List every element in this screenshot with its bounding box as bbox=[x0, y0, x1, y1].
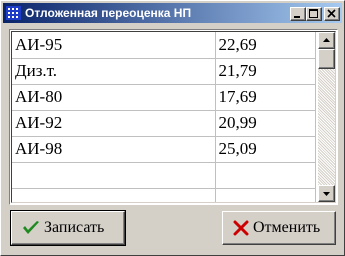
price-cell[interactable]: 25,09 bbox=[215, 136, 316, 163]
dialog-window: Отложенная переоценка НП АИ-95 22,69 Диз.т… bbox=[0, 0, 345, 256]
table-row[interactable] bbox=[12, 188, 316, 202]
product-name-cell[interactable]: АИ-80 bbox=[12, 84, 216, 111]
price-cell[interactable] bbox=[215, 188, 316, 202]
product-name-cell[interactable]: АИ-92 bbox=[12, 110, 216, 137]
maximize-icon bbox=[309, 9, 318, 18]
table-row[interactable]: АИ-95 22,69 bbox=[12, 32, 316, 59]
x-icon bbox=[233, 220, 249, 236]
table-row[interactable] bbox=[12, 162, 316, 189]
product-name-cell[interactable]: АИ-95 bbox=[12, 32, 216, 59]
app-icon bbox=[6, 6, 21, 20]
product-name-cell[interactable] bbox=[12, 162, 216, 189]
close-button[interactable] bbox=[324, 7, 340, 21]
minimize-icon bbox=[294, 16, 300, 18]
cancel-button[interactable]: Отменить bbox=[222, 211, 336, 245]
price-cell[interactable]: 20,99 bbox=[215, 110, 316, 137]
arrow-up-icon bbox=[323, 38, 330, 42]
close-icon bbox=[327, 9, 336, 18]
table-row[interactable]: АИ-98 25,09 bbox=[12, 136, 316, 163]
scroll-down-button[interactable] bbox=[318, 185, 335, 202]
save-button-label: Записать bbox=[44, 219, 105, 236]
product-name-cell[interactable]: АИ-98 bbox=[12, 136, 216, 163]
price-cell[interactable] bbox=[215, 162, 316, 189]
product-name-cell[interactable] bbox=[12, 188, 216, 202]
check-icon bbox=[23, 221, 39, 234]
save-button[interactable]: Записать bbox=[10, 210, 126, 246]
window-title: Отложенная переоценка НП bbox=[25, 6, 192, 20]
table-row[interactable]: АИ-92 20,99 bbox=[12, 110, 316, 137]
cancel-button-label: Отменить bbox=[253, 219, 321, 236]
price-cell[interactable]: 21,79 bbox=[215, 58, 316, 85]
title-bar[interactable]: Отложенная переоценка НП bbox=[3, 3, 342, 23]
grid-table: АИ-95 22,69 Диз.т. 21,79 АИ-80 17,69 АИ-92 20,9… bbox=[12, 32, 316, 202]
table-row[interactable]: Диз.т. 21,79 bbox=[12, 58, 316, 85]
scroll-thumb[interactable] bbox=[318, 49, 335, 69]
minimize-button[interactable] bbox=[290, 7, 306, 21]
price-cell[interactable]: 22,69 bbox=[215, 32, 316, 59]
arrow-down-icon bbox=[323, 192, 330, 196]
maximize-button[interactable] bbox=[306, 7, 322, 21]
scroll-up-button[interactable] bbox=[318, 32, 335, 49]
vertical-scrollbar[interactable] bbox=[318, 32, 335, 202]
price-cell[interactable]: 17,69 bbox=[215, 84, 316, 111]
table-row[interactable]: АИ-80 17,69 bbox=[12, 84, 316, 111]
data-grid: АИ-95 22,69 Диз.т. 21,79 АИ-80 17,69 АИ-92 20,9… bbox=[9, 29, 338, 205]
product-name-cell[interactable]: Диз.т. bbox=[12, 58, 216, 85]
